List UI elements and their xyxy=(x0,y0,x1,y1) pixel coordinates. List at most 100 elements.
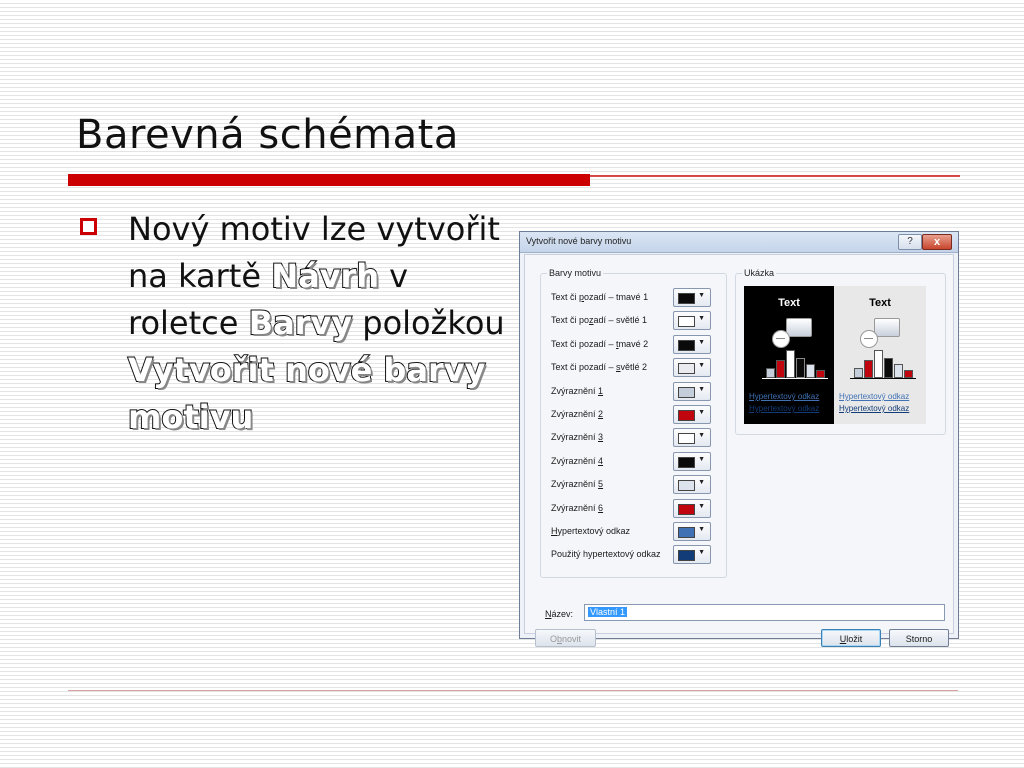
dropdown-arrow-icon: ▼ xyxy=(698,479,705,487)
color-row-label-text: Zvýraznění xyxy=(551,385,599,396)
color-row-label: Zvýraznění 2 xyxy=(551,409,603,419)
color-row-label-text: adí – světlé 1 xyxy=(593,315,648,326)
dropdown-arrow-icon: ▼ xyxy=(698,549,705,557)
color-row-label: Text či pozadí – tmavé 1 xyxy=(551,292,648,302)
color-picker-button[interactable]: ▼ xyxy=(673,381,711,401)
preview-dark: Text Hypertextový odkaz Hypertextový odk… xyxy=(744,286,834,424)
color-swatch xyxy=(678,363,695,375)
chart-bar xyxy=(864,360,873,378)
preview-rectangle-shape xyxy=(874,318,900,337)
color-row-label: Hypertextový odkaz xyxy=(551,526,630,536)
reset-button[interactable]: Obnovit xyxy=(535,629,596,647)
name-label-text: ázev: xyxy=(551,609,574,619)
chart-baseline xyxy=(850,378,916,379)
color-row: Zvýraznění 6 ▼ xyxy=(551,498,723,519)
color-picker-button[interactable]: ▼ xyxy=(673,498,711,518)
color-picker-button[interactable]: ▼ xyxy=(673,288,711,307)
name-input[interactable]: Vlastní 1 xyxy=(584,604,945,621)
color-picker-button[interactable]: ▼ xyxy=(673,451,711,471)
color-swatch xyxy=(678,386,695,398)
preview-legend: Ukázka xyxy=(742,268,777,278)
color-picker-button[interactable]: ▼ xyxy=(673,545,711,565)
preview-bar-chart xyxy=(854,350,914,378)
dropdown-arrow-icon: ▼ xyxy=(698,385,705,393)
dropdown-arrow-icon: ▼ xyxy=(698,362,705,370)
color-row-label: Zvýraznění 1 xyxy=(551,386,603,396)
chart-bar xyxy=(884,358,893,378)
color-row: Zvýraznění 4 ▼ xyxy=(551,451,723,472)
chart-bar xyxy=(904,370,913,378)
dialog-titlebar[interactable]: Vytvořit nové barvy motivu ? x xyxy=(520,232,958,253)
title-underline-bar xyxy=(68,174,590,186)
chart-baseline xyxy=(762,378,828,379)
dropdown-arrow-icon: ▼ xyxy=(698,432,705,440)
name-input-value: Vlastní 1 xyxy=(588,607,628,617)
color-row-label: Zvýraznění 3 xyxy=(551,432,603,442)
color-row-label-text: Zvýraznění xyxy=(551,455,599,466)
preview-group: Ukázka Text Hypertextový odkaz Hypertext… xyxy=(735,268,946,435)
dropdown-arrow-icon: ▼ xyxy=(698,315,705,323)
color-row-label-mnemonic: 4 xyxy=(598,455,604,466)
dropdown-arrow-icon: ▼ xyxy=(698,455,705,463)
dropdown-arrow-icon: ▼ xyxy=(698,338,705,346)
color-picker-button[interactable]: ▼ xyxy=(673,358,711,378)
chart-bar xyxy=(854,368,863,378)
color-swatch xyxy=(678,293,695,304)
color-row-label-text: ozadí – tmavé 1 xyxy=(584,292,649,302)
color-swatch xyxy=(678,316,695,328)
footer-divider xyxy=(68,690,958,691)
color-row: Zvýraznění 5 ▼ xyxy=(551,475,723,495)
color-row: Text či pozadí – tmavé 2 ▼ xyxy=(551,334,723,355)
create-theme-colors-dialog: Vytvořit nové barvy motivu ? x Barvy mot… xyxy=(519,231,959,647)
color-swatch xyxy=(678,410,695,421)
color-row-label-mnemonic: 3 xyxy=(598,432,604,443)
color-row-label: Text či pozadí – světlé 2 xyxy=(551,362,647,372)
chart-bar xyxy=(816,370,825,378)
color-row: Použitý hypertextový odkaz ▼ xyxy=(551,545,723,565)
color-picker-button[interactable]: ▼ xyxy=(673,311,711,331)
reset-button-text: O xyxy=(549,634,557,644)
save-button[interactable]: Uložit xyxy=(821,629,881,647)
chart-bar xyxy=(776,360,785,378)
color-row-label-mnemonic: 1 xyxy=(598,385,604,396)
preview-circle-shape xyxy=(772,330,790,348)
color-swatch xyxy=(678,456,695,468)
chart-bar xyxy=(894,364,903,378)
color-row-label-text: větlé 2 xyxy=(620,362,648,373)
bullet-text: Nový motiv lze vytvořit na kartě Návrh v… xyxy=(127,206,508,441)
color-swatch xyxy=(678,527,695,538)
chart-bar xyxy=(786,350,795,378)
reset-button-text: novit xyxy=(562,634,582,644)
dropdown-arrow-icon: ▼ xyxy=(698,292,705,299)
close-icon[interactable]: x xyxy=(922,234,952,250)
color-swatch xyxy=(678,433,695,445)
color-swatch xyxy=(678,480,695,492)
color-row-label-text: Text či pozadí – xyxy=(551,338,617,349)
theme-colors-group: Barvy motivu Text či pozadí – tmavé 1 ▼ Te… xyxy=(540,268,727,578)
dialog-title: Vytvořit nové barvy motivu xyxy=(526,236,632,246)
color-picker-button[interactable]: ▼ xyxy=(673,428,711,448)
color-row: Text či pozadí – tmavé 1 ▼ xyxy=(551,288,723,308)
color-row-label: Zvýraznění 6 xyxy=(551,503,603,513)
color-row-label-text: Zvýraznění xyxy=(551,432,599,443)
save-button-text: ložit xyxy=(846,634,863,644)
color-picker-button[interactable]: ▼ xyxy=(673,522,711,541)
color-picker-button[interactable]: ▼ xyxy=(673,405,711,424)
preview-circle-shape xyxy=(860,330,878,348)
chart-bar xyxy=(796,358,805,378)
cancel-button[interactable]: Storno xyxy=(889,629,949,647)
help-icon[interactable]: ? xyxy=(898,234,922,250)
dropdown-name-highlight: Barvy xyxy=(248,303,353,343)
color-picker-button[interactable]: ▼ xyxy=(673,334,711,354)
color-row-label-mnemonic: 2 xyxy=(598,409,604,419)
preview-light-link: Hypertextový odkaz xyxy=(839,392,910,401)
preview-light-visited-link: Hypertextový odkaz xyxy=(839,404,910,413)
color-row-label-text: Text či xyxy=(551,292,580,302)
color-row-label-text: Zvýraznění xyxy=(551,479,599,490)
chart-bar xyxy=(766,368,775,378)
dialog-body: Barvy motivu Text či pozadí – tmavé 1 ▼ Te… xyxy=(524,254,954,647)
color-row-label-text: Text či pozadí – xyxy=(551,362,617,373)
color-row-label-text: ypertextový odkaz xyxy=(557,526,631,536)
color-picker-button[interactable]: ▼ xyxy=(673,475,711,495)
color-row-label: Použitý hypertextový odkaz xyxy=(551,549,661,559)
